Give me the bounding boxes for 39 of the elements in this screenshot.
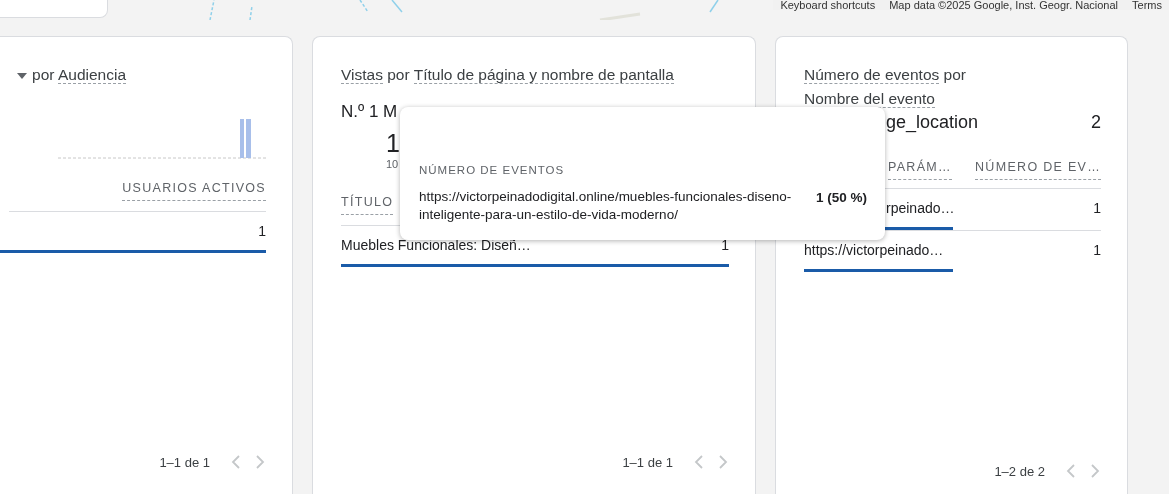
terms-link[interactable]: Terms — [1125, 0, 1169, 10]
tooltip-heading: NÚMERO DE EVENTOS — [419, 163, 566, 178]
chevron-left-icon[interactable] — [1065, 464, 1077, 479]
row-label: rpeinado… — [886, 198, 955, 218]
chevron-right-icon[interactable] — [717, 455, 729, 470]
row-value: 1 — [258, 221, 266, 241]
sub-value: 10 — [386, 157, 399, 171]
pagination-text: 1–2 de 2 — [994, 462, 1045, 481]
attribution-text: Map data ©2025 Google, Inst. Geogr. Nacional — [888, 0, 1120, 10]
chevron-right-icon[interactable] — [254, 455, 266, 470]
row-value: 1 — [1093, 198, 1101, 218]
dimension-link[interactable]: Número de eventos — [804, 66, 940, 84]
rank-label: ge_location — [886, 111, 979, 135]
dimension-link[interactable]: Audiencia — [57, 66, 126, 84]
title-text: por — [387, 66, 410, 83]
dimension-link[interactable]: Vistas — [341, 66, 383, 84]
column-header[interactable]: TÍTULO — [341, 193, 394, 215]
title-text: por — [32, 66, 55, 83]
pagination-text: 1–1 de 1 — [622, 453, 673, 472]
rank-value: 2 — [1091, 111, 1101, 134]
title-text: por — [943, 66, 966, 83]
dimension-link[interactable]: Título de página y nombre de pantalla — [413, 66, 674, 84]
row-value: 1 — [1093, 240, 1101, 260]
column-header[interactable]: PARÁM… — [888, 158, 952, 180]
row-label: Muebles Funcionales: Diseñ… — [341, 235, 531, 255]
row-value: 1 — [721, 235, 729, 255]
pagination-text: 1–1 de 1 — [159, 453, 210, 472]
caret-icon[interactable] — [17, 72, 28, 79]
chevron-right-icon[interactable] — [1089, 464, 1101, 479]
tooltip-label: https://victorpeinadodigital.online/muebles-funcionales-diseno-inteligente-para-un-estilo-de-vida-moderno/ — [419, 188, 793, 225]
rank-label: N.º 1 M — [341, 101, 398, 123]
column-header[interactable]: NÚMERO DE EV… — [975, 158, 1101, 180]
chevron-left-icon[interactable] — [230, 455, 242, 470]
row-label: https://victorpeinado… — [804, 240, 944, 260]
shortcuts-link[interactable]: Keyboard shortcuts — [773, 0, 883, 10]
top-value: 1 — [386, 129, 400, 157]
tooltip-value: 1 (50 %) — [815, 189, 867, 208]
chevron-left-icon[interactable] — [693, 455, 705, 470]
column-header[interactable]: USUARIOS ACTIVOS — [122, 179, 266, 201]
